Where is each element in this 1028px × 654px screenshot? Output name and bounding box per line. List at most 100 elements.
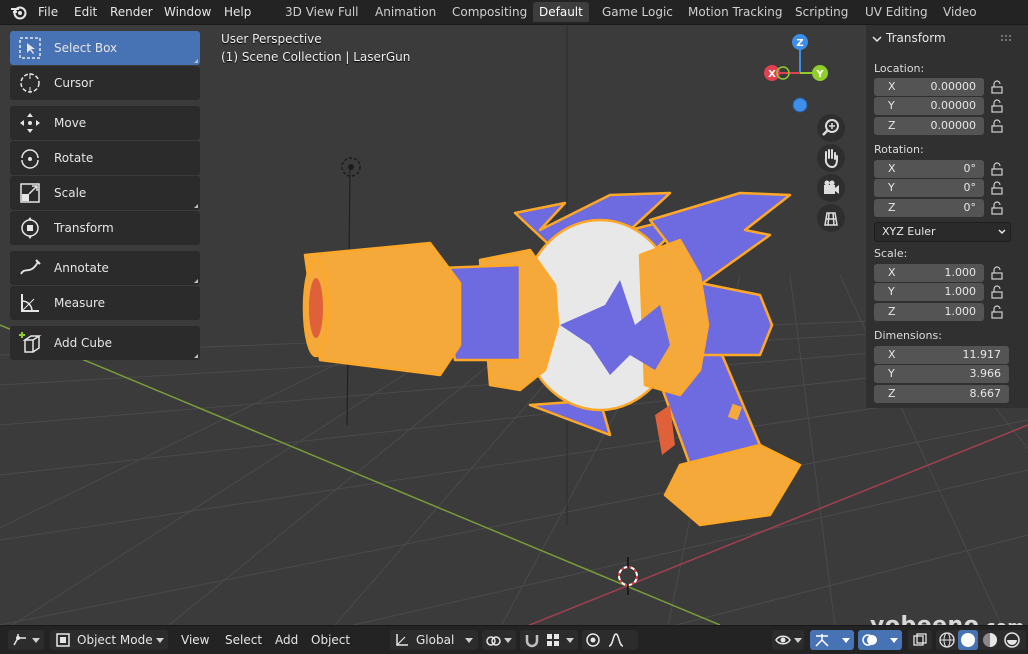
menu-file[interactable]: File <box>38 3 58 21</box>
tab-3d-view-full[interactable]: 3D View Full <box>279 2 365 22</box>
ortho-toggle-button[interactable] <box>817 204 845 232</box>
rotate-icon <box>21 149 39 169</box>
dimension-y-field[interactable]: Y 3.966 <box>874 365 1009 383</box>
lock-icon[interactable] <box>990 99 1004 113</box>
axis-label: Y <box>888 99 895 112</box>
mode-select[interactable]: Object Mode <box>50 630 168 650</box>
navigation-gizmo[interactable]: Z X Y <box>755 30 835 115</box>
tab-motion-tracking[interactable]: Motion Tracking <box>682 2 788 22</box>
zoom-button[interactable] <box>817 114 845 142</box>
tab-uv-editing[interactable]: UV Editing <box>859 2 934 22</box>
lock-icon[interactable] <box>990 305 1004 319</box>
proportional-editing-toggle[interactable] <box>582 630 638 650</box>
menu-select[interactable]: Select <box>225 631 262 649</box>
solid-shading-icon <box>961 633 975 647</box>
rotation-mode-value: XYZ Euler <box>882 225 936 238</box>
scale-label: Scale: <box>874 247 908 260</box>
scale-x-field[interactable]: X 1.000 <box>874 264 984 282</box>
cursor-icon <box>20 73 40 93</box>
location-y-field[interactable]: Y 0.00000 <box>874 97 984 115</box>
tool-options-corner <box>194 354 198 358</box>
tool-transform[interactable]: Transform <box>10 211 200 245</box>
snap-toggle[interactable] <box>520 630 578 650</box>
tool-label: Measure <box>54 296 105 310</box>
menu-window[interactable]: Window <box>164 3 211 21</box>
editor-type-button[interactable] <box>8 630 44 650</box>
camera-view-button[interactable] <box>817 174 845 202</box>
gizmo-toggle[interactable] <box>810 630 854 650</box>
watermark-name: yobeeno <box>870 613 979 625</box>
blender-logo-icon[interactable] <box>10 4 28 20</box>
field-value: 0° <box>963 181 977 194</box>
location-x-field[interactable]: X 0.00000 <box>874 78 984 96</box>
tool-label: Select Box <box>54 41 118 55</box>
tab-scripting[interactable]: Scripting <box>789 2 854 22</box>
menu-edit[interactable]: Edit <box>74 3 97 21</box>
tool-scale[interactable]: Scale <box>10 176 200 210</box>
axis-label: Z <box>888 305 896 318</box>
lock-icon[interactable] <box>990 201 1004 215</box>
xray-toggle[interactable] <box>908 630 932 650</box>
chevron-down-icon[interactable] <box>872 34 882 44</box>
rotation-x-field[interactable]: X 0° <box>874 160 984 178</box>
menu-object[interactable]: Object <box>311 631 350 649</box>
menu-help[interactable]: Help <box>224 3 251 21</box>
field-value: 0° <box>963 162 977 175</box>
overlays-toggle[interactable] <box>858 630 902 650</box>
tab-game-logic[interactable]: Game Logic <box>596 2 679 22</box>
lock-icon[interactable] <box>990 80 1004 94</box>
tool-annotate[interactable]: Annotate <box>10 251 200 285</box>
menu-view[interactable]: View <box>181 631 209 649</box>
tab-animation[interactable]: Animation <box>369 2 442 22</box>
rotation-mode-select[interactable]: XYZ Euler <box>874 222 1011 242</box>
chevron-down-icon <box>998 229 1006 235</box>
field-value: 8.667 <box>969 387 1002 400</box>
shading-mode-group <box>936 630 1026 650</box>
field-value: 0.00000 <box>930 119 977 132</box>
lock-icon[interactable] <box>990 181 1004 195</box>
scale-z-field[interactable]: Z 1.000 <box>874 303 984 321</box>
location-z-field[interactable]: Z 0.00000 <box>874 117 984 135</box>
axis-label: X <box>888 162 896 175</box>
tool-add-cube[interactable]: Add Cube <box>10 326 200 360</box>
rendered-shading-icon[interactable] <box>1003 631 1021 649</box>
magnet-icon <box>525 635 539 648</box>
pan-button[interactable] <box>817 144 845 172</box>
chevron-down-icon <box>566 638 574 643</box>
location-label: Location: <box>874 62 925 75</box>
wireframe-shading-icon[interactable] <box>938 631 956 649</box>
field-value: 0° <box>963 201 977 214</box>
tool-rotate[interactable]: Rotate <box>10 141 200 175</box>
rotation-y-field[interactable]: Y 0° <box>874 179 984 197</box>
tool-cursor[interactable]: Cursor <box>10 66 200 100</box>
tool-select-box[interactable]: Select Box <box>10 31 200 65</box>
tab-video-editing[interactable]: Video Editing <box>937 2 1028 39</box>
rotation-z-field[interactable]: Z 0° <box>874 199 984 217</box>
tab-default[interactable]: Default <box>533 2 589 22</box>
transform-orientation-select[interactable]: Global <box>390 630 478 650</box>
tool-measure[interactable]: Measure <box>10 286 200 320</box>
tool-move[interactable]: Move <box>10 106 200 140</box>
lock-icon[interactable] <box>990 285 1004 299</box>
dimension-z-field[interactable]: Z 8.667 <box>874 385 1009 403</box>
tab-compositing[interactable]: Compositing <box>446 2 533 22</box>
axis-label: X <box>888 80 896 93</box>
tool-label: Annotate <box>54 261 109 275</box>
tool-options-corner <box>194 59 198 63</box>
field-value: 0.00000 <box>930 99 977 112</box>
lock-icon[interactable] <box>990 119 1004 133</box>
material-shading-icon[interactable] <box>981 631 999 649</box>
menu-add[interactable]: Add <box>275 631 298 649</box>
dimension-x-field[interactable]: X 11.917 <box>874 346 1009 364</box>
select-box-icon <box>19 37 41 59</box>
menu-render[interactable]: Render <box>110 3 153 21</box>
visibility-select[interactable] <box>772 630 804 650</box>
scale-y-field[interactable]: Y 1.000 <box>874 283 984 301</box>
drag-handle-icon[interactable] <box>1000 34 1014 42</box>
pivot-point-select[interactable] <box>482 630 516 650</box>
lock-icon[interactable] <box>990 266 1004 280</box>
lock-icon[interactable] <box>990 162 1004 176</box>
move-icon <box>20 113 40 133</box>
chevron-down-icon <box>156 638 164 643</box>
chevron-down-icon <box>504 638 512 643</box>
